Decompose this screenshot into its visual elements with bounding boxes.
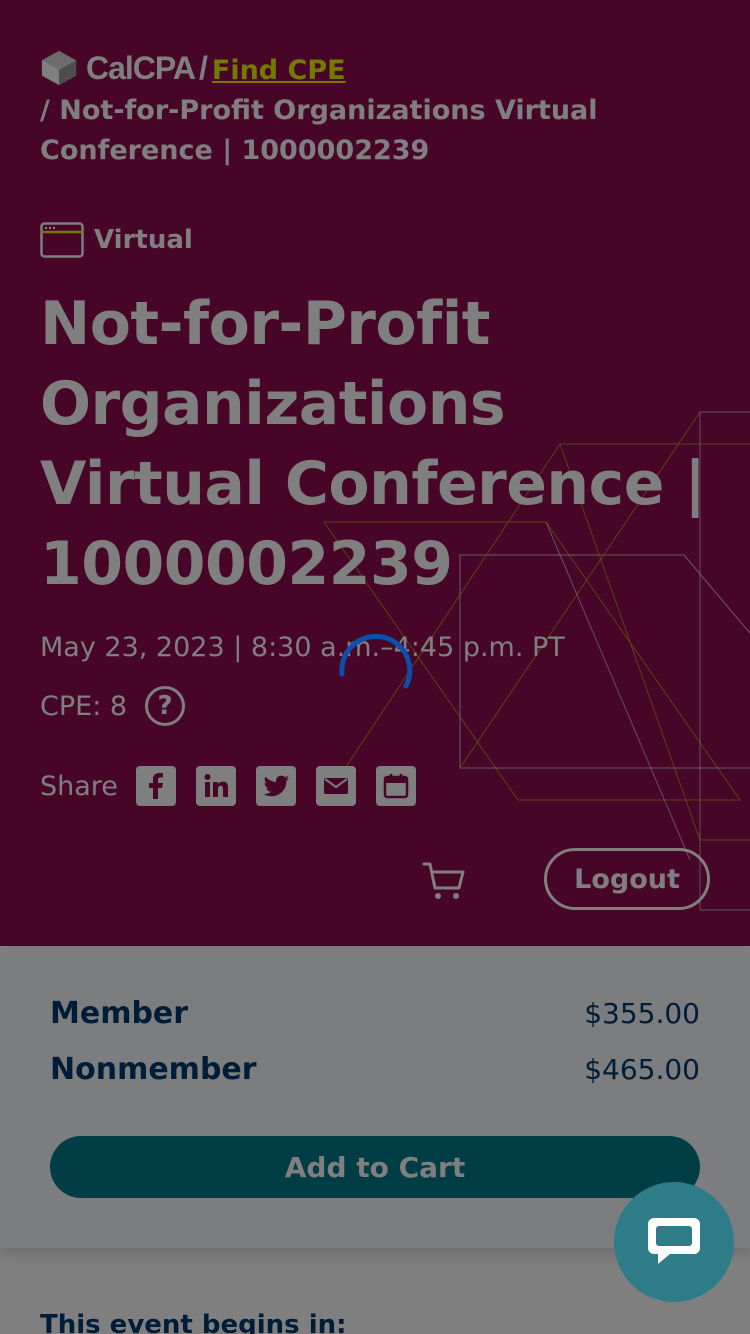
live-chat-button[interactable] (614, 1182, 734, 1302)
chat-bubble-icon (648, 1218, 700, 1264)
loading-spinner-icon (339, 633, 413, 689)
